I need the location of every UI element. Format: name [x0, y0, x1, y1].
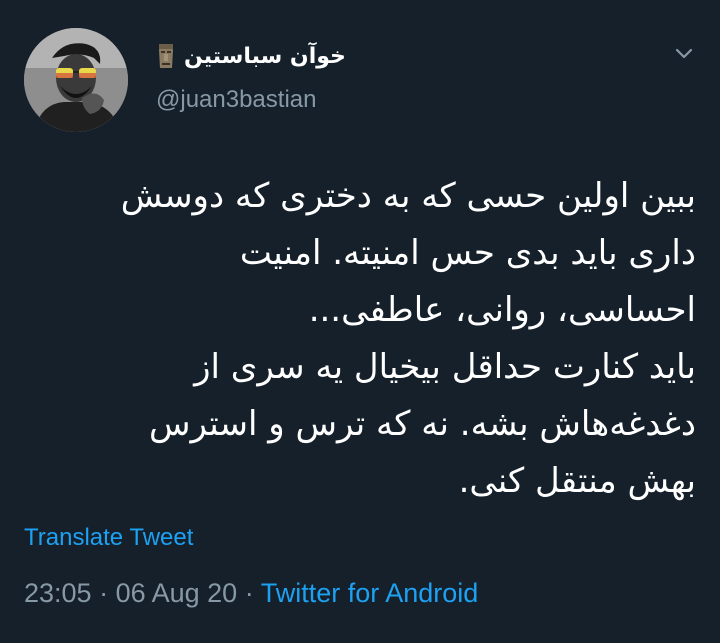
- chevron-down-icon[interactable]: [674, 44, 694, 64]
- translate-tweet-link[interactable]: Translate Tweet: [24, 524, 193, 552]
- tweet-text: ببین اولین حسی که به دختری که دوسش داری …: [24, 168, 696, 510]
- tweet-text-line: احساسی، روانی، عاطفی...: [308, 290, 696, 330]
- avatar-image: [24, 28, 128, 132]
- tweet-time: 23:05: [24, 578, 92, 608]
- display-name[interactable]: خوآن سباستین: [184, 44, 346, 69]
- user-handle[interactable]: @juan3bastian: [156, 86, 616, 114]
- tweet-text-line: داری باید بدی حس امنیته. امنیت: [239, 233, 696, 273]
- display-name-row: خوآن سباستین: [156, 36, 616, 76]
- author-block[interactable]: خوآن سباستین @juan3bastian: [156, 36, 616, 114]
- tweet-card: خوآن سباستین @juan3bastian ببین اولین حس…: [0, 0, 720, 643]
- moai-emoji-icon: [156, 42, 176, 70]
- tweet-text-line: ببین اولین حسی که به دختری که دوسش: [120, 176, 696, 216]
- meta-separator: ·: [91, 578, 116, 608]
- tweet-meta: 23:05 · 06 Aug 20 · Twitter for Android: [24, 578, 478, 609]
- tweet-text-line: باید کنارت حداقل بیخیال یه سری از: [194, 347, 696, 387]
- tweet-text-line: دغدغه‌هاش بشه. نه که ترس و استرس: [149, 404, 696, 444]
- avatar[interactable]: [24, 28, 128, 132]
- meta-separator: ·: [237, 578, 261, 608]
- tweet-date: 06 Aug 20: [115, 578, 238, 608]
- tweet-text-line: بهش منتقل کنی.: [458, 461, 696, 501]
- tweet-source-link[interactable]: Twitter for Android: [261, 578, 479, 608]
